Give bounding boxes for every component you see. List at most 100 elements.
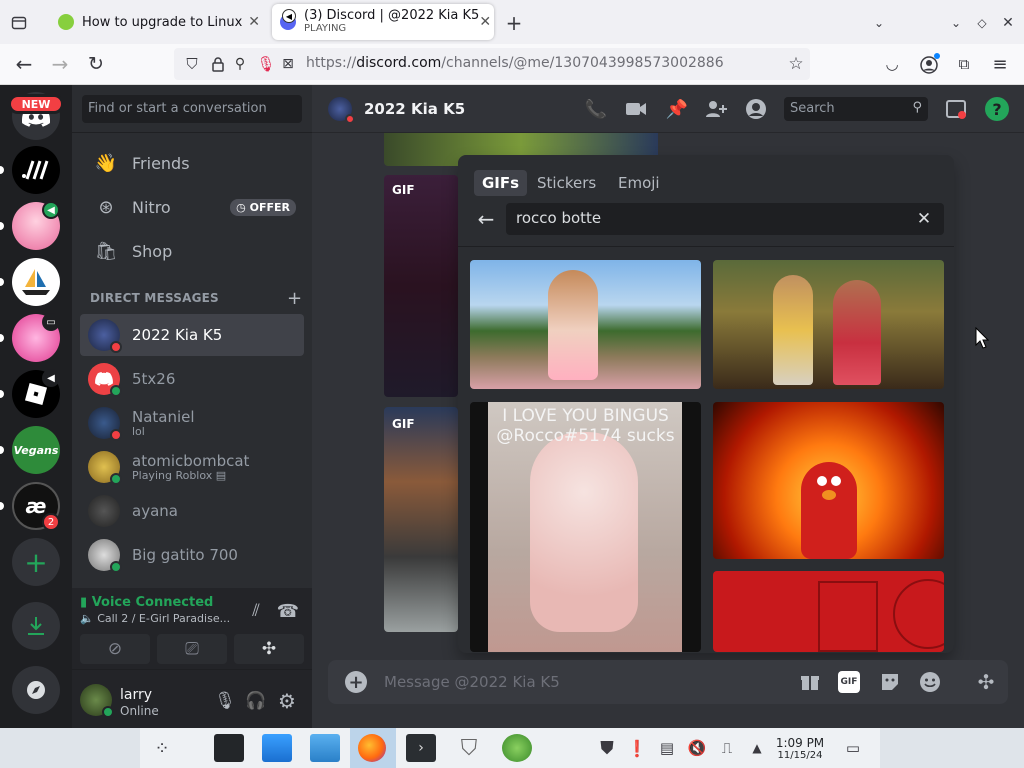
nav-nitro[interactable]: ⊛ Nitro ◷ OFFER (80, 187, 304, 227)
emoji-smile-icon[interactable] (918, 670, 942, 694)
new-tab-plus-icon[interactable]: + (503, 11, 525, 35)
firefox-taskbar-active[interactable] (350, 728, 396, 768)
add-server-plus-icon[interactable]: + (12, 538, 60, 586)
account-icon[interactable] (918, 53, 940, 76)
dm-item-ayana[interactable]: ayana (80, 490, 304, 532)
gif-result-elmo-fire[interactable] (713, 402, 944, 559)
download-apps-icon[interactable] (12, 602, 60, 650)
list-all-tabs-chevron-icon[interactable]: ⌄ (868, 12, 890, 34)
app-menu-icon[interactable]: ⁘ (150, 736, 174, 760)
sticker-icon[interactable] (878, 670, 902, 694)
server-sailboat[interactable] (12, 258, 60, 306)
activities-button[interactable]: ✣ (234, 634, 304, 664)
shield-icon[interactable]: ⛉ (182, 54, 202, 74)
settings-gear-icon[interactable]: ⚙ (276, 689, 298, 713)
find-conversation-input[interactable]: Find or start a conversation (82, 95, 302, 123)
extensions-puzzle-icon[interactable]: ⧉ (954, 54, 974, 74)
message-input[interactable]: Message @2022 Kia K5 (384, 673, 560, 691)
inbox-icon[interactable] (944, 97, 968, 121)
dm-item-5tx26[interactable]: 5tx26 (80, 358, 304, 400)
server-vegans[interactable]: Vegans (12, 426, 60, 474)
help-icon[interactable]: ? (985, 97, 1009, 121)
system-settings-taskbar-icon[interactable] (214, 734, 244, 762)
back-arrow-icon[interactable]: ← (474, 207, 498, 231)
discover-store-taskbar-icon[interactable] (262, 734, 292, 762)
clear-search-icon[interactable]: ✕ (912, 207, 936, 231)
gif-result-girl-palm-trees[interactable] (470, 260, 701, 389)
permissions-icon[interactable]: ⚲ (230, 54, 250, 74)
hamburger-menu-icon[interactable]: ≡ (990, 54, 1010, 75)
gif-result-red-lantern[interactable] (713, 571, 944, 652)
screen-share-button[interactable]: ⎚ (157, 634, 227, 664)
firewall-tray-icon[interactable]: ⛊ (596, 736, 618, 760)
gif-result-bingus-cat[interactable]: I LOVE YOU BINGUS @Rocco#5174 sucks (470, 402, 701, 652)
microphone-in-use-icon[interactable]: 🎙 (256, 54, 276, 74)
rich-presence-icon: ▤ (215, 468, 227, 482)
lock-icon[interactable] (208, 54, 228, 74)
volume-muted-tray-icon[interactable]: 🔇 (686, 736, 708, 760)
user-avatar[interactable] (80, 684, 114, 718)
tab-gifs[interactable]: GIFs (474, 170, 528, 196)
minimize-window-icon[interactable]: ⌄ (946, 12, 966, 34)
clipboard-tray-icon[interactable]: ▤ (656, 736, 678, 760)
server-slashes[interactable] (12, 146, 60, 194)
nav-friends[interactable]: 👋 Friends (80, 143, 304, 183)
url-text[interactable]: https://discord.com/channels/@me/1307043… (306, 55, 724, 71)
dm-item-big-gatito-700[interactable]: Big gatito 700 (80, 534, 304, 576)
dm-item-nataniel[interactable]: Nataniel lol (80, 402, 304, 444)
add-friends-to-dm-icon[interactable] (704, 97, 728, 121)
notification-alert-tray-icon[interactable]: ❗ (626, 736, 648, 760)
voice-channel[interactable]: 🔈 Call 2 / E-Girl Paradise... (80, 612, 230, 625)
close-tab-icon[interactable]: ✕ (479, 14, 491, 30)
camera-off-button[interactable]: ⊘ (80, 634, 150, 664)
terminal-taskbar-icon[interactable]: › (406, 734, 436, 762)
usb-device-tray-icon[interactable]: ⎍ (716, 736, 738, 760)
speaker-icon[interactable]: ◀ (282, 9, 296, 23)
video-call-icon[interactable] (624, 97, 648, 121)
voice-connected-status[interactable]: ▮ Voice Connected (80, 595, 213, 610)
back-arrow-icon[interactable]: ← (12, 52, 36, 76)
headphones-icon[interactable]: 🎧 (245, 690, 267, 712)
tab-emoji[interactable]: Emoji (610, 170, 668, 196)
forward-arrow-icon[interactable]: → (48, 52, 72, 76)
dm-item-atomicbombcat[interactable]: atomicbombcat Playing Roblox ▤ (80, 446, 304, 488)
gif-button-icon[interactable]: GIF (838, 671, 860, 693)
file-manager-taskbar-icon[interactable] (310, 734, 340, 762)
gift-icon[interactable] (798, 670, 822, 694)
shield-taskbar-icon[interactable]: ⛉ (454, 734, 484, 762)
chat-search-input[interactable]: Search ⚲ (784, 97, 928, 121)
discover-compass-icon[interactable] (12, 666, 60, 714)
clock[interactable]: 1:09 PM 11/15/24 (770, 737, 830, 762)
show-hidden-tray-icon[interactable]: ▲ (746, 736, 768, 760)
close-window-icon[interactable]: ✕ (998, 12, 1018, 34)
voice-call-icon[interactable]: 📞 (584, 97, 608, 121)
pinned-messages-icon[interactable]: 📌 (665, 97, 689, 121)
tab-discord[interactable]: ◀ (3) Discord | @2022 Kia K5 PLAYING ✕ (272, 4, 494, 40)
bookmark-star-icon[interactable]: ☆ (786, 54, 806, 74)
attach-plus-icon[interactable]: + (345, 671, 367, 693)
dm-item-2022-kia-k5[interactable]: 2022 Kia K5 (80, 314, 304, 356)
message-gif-dark[interactable] (384, 175, 458, 397)
tab-linux-upgrade[interactable]: How to upgrade to Linux M ✕ (50, 4, 268, 40)
gif-figure (773, 275, 813, 385)
message-gif-eagle[interactable] (384, 407, 458, 632)
microphone-icon[interactable]: 🎙 (214, 690, 236, 712)
show-desktop-icon[interactable]: ▭ (842, 736, 864, 760)
chat-title[interactable]: 2022 Kia K5 (364, 100, 465, 118)
tab-stickers[interactable]: Stickers (529, 170, 604, 196)
gif-search-input[interactable]: rocco botte (506, 203, 944, 235)
update-manager-taskbar-icon[interactable] (502, 734, 532, 762)
maximize-window-icon[interactable]: ◇ (972, 12, 992, 34)
noise-suppression-icon[interactable]: ⫽ (244, 600, 268, 622)
app-launcher-icon[interactable]: ✣ (974, 670, 998, 694)
create-dm-plus-icon[interactable]: + (287, 288, 302, 309)
pocket-icon[interactable]: ◡ (882, 54, 902, 74)
gif-result-party-group[interactable] (713, 260, 944, 389)
reload-icon[interactable]: ↻ (84, 52, 108, 76)
tab-list-icon[interactable] (8, 12, 30, 34)
user-profile-icon[interactable] (744, 97, 768, 121)
disconnect-phone-icon[interactable]: ☎ (276, 600, 300, 622)
nav-shop[interactable]: 🛍 Shop (80, 231, 304, 271)
blocked-media-icon[interactable]: ⊠ (278, 54, 298, 74)
close-tab-icon[interactable]: ✕ (248, 14, 260, 30)
